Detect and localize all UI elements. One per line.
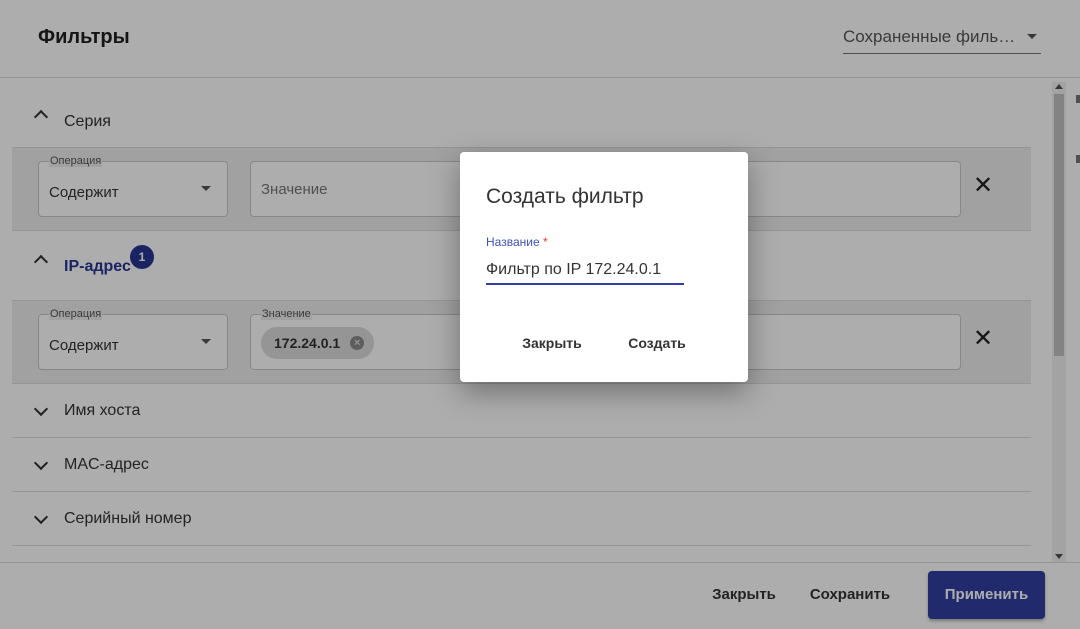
dialog-create-button[interactable]: Создать [616, 325, 698, 361]
dialog-title: Создать фильтр [486, 185, 644, 208]
filter-name-label-text: Название [486, 235, 540, 249]
required-mark: * [542, 235, 548, 249]
filter-name-input[interactable] [486, 256, 684, 285]
filter-name-label: Название * [486, 235, 548, 249]
create-filter-dialog: Создать фильтр Название * Закрыть Создат… [460, 152, 748, 382]
dialog-close-button[interactable]: Закрыть [510, 325, 594, 361]
